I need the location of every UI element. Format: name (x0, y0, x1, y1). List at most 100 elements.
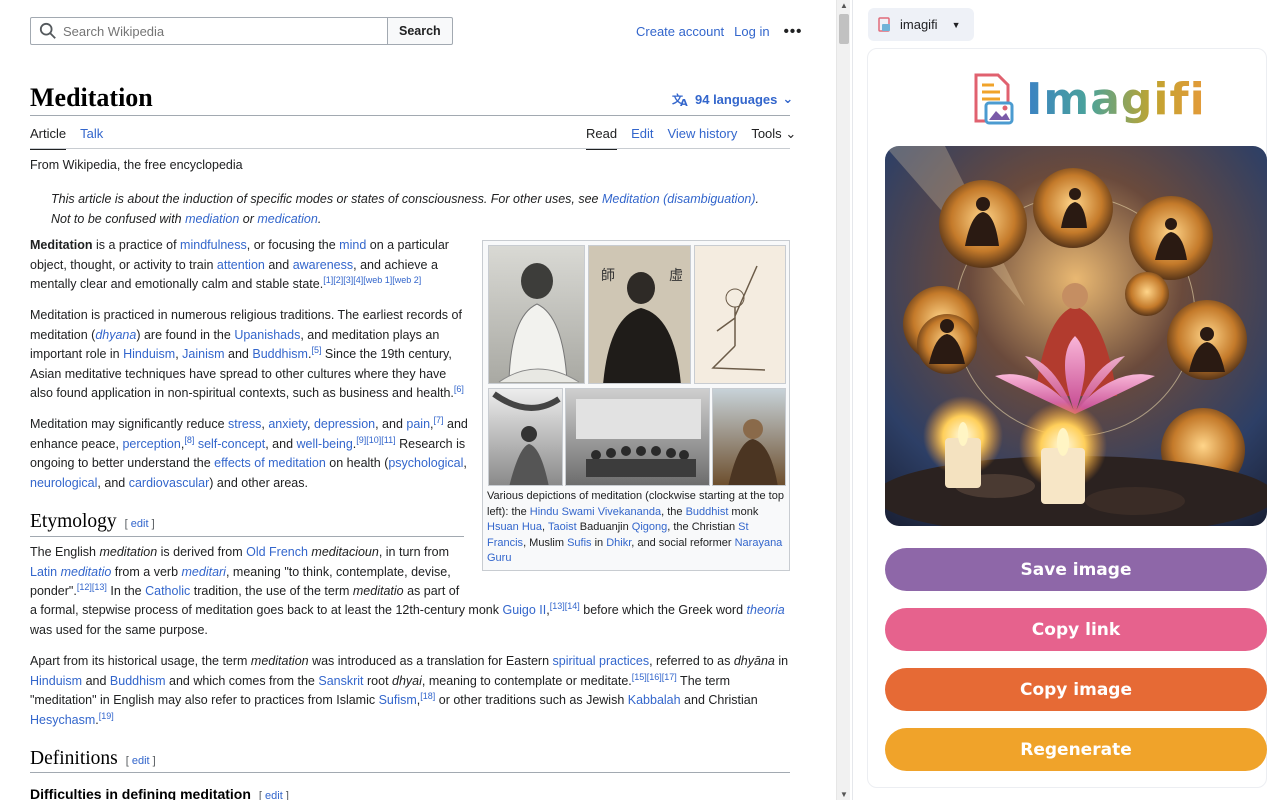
heading-difficulties: Difficulties in defining meditation[ edi… (30, 786, 289, 800)
link-catholic[interactable]: Catholic (145, 584, 190, 598)
caption-link-vivekananda[interactable]: Vivekananda (598, 506, 661, 518)
svg-text:A: A (680, 98, 688, 107)
heading-definitions: Definitions[ edit ] (30, 748, 156, 769)
search-input[interactable] (63, 23, 363, 39)
link-buddhism[interactable]: Buddhism (252, 347, 308, 361)
link-attention[interactable]: attention (217, 258, 265, 272)
page-scrollbar[interactable]: ▲ ▼ (836, 0, 850, 800)
language-selector[interactable]: 文A 94 languages ⌄ (672, 91, 793, 107)
link-pain[interactable]: pain (406, 417, 430, 431)
link-latin[interactable]: Latin meditatio (30, 565, 111, 579)
tab-view-history[interactable]: View history (667, 126, 737, 150)
scroll-up-arrow-icon[interactable]: ▲ (840, 1, 848, 10)
link-psychological[interactable]: psychological (388, 456, 463, 470)
link-self-concept[interactable]: self-concept (198, 437, 265, 451)
etymology-paragraph-1: The English meditation is derived from O… (30, 545, 460, 598)
link-hinduism-2[interactable]: Hinduism (30, 674, 82, 688)
medication-link[interactable]: medication (257, 212, 317, 226)
hatnote-text: . (317, 211, 322, 226)
mediation-link[interactable]: mediation (185, 212, 239, 226)
link-upanishads[interactable]: Upanishads (234, 328, 300, 342)
disambiguation-link[interactable]: Meditation (disambiguation) (602, 192, 756, 206)
scrollbar-thumb[interactable] (839, 14, 849, 44)
caption-link-swami[interactable]: Swami (562, 506, 595, 518)
edit-section-link[interactable]: edit (131, 518, 149, 530)
caption-text: , Muslim (523, 536, 568, 549)
copy-image-button[interactable]: Copy image (885, 668, 1267, 711)
link-guigo[interactable]: Guigo II (502, 603, 546, 617)
heading-text: Definitions (30, 748, 118, 769)
image-hsuan-hua[interactable]: 師虛 (588, 245, 691, 384)
more-options-icon[interactable]: ••• (784, 23, 803, 40)
scroll-down-arrow-icon[interactable]: ▼ (840, 790, 848, 799)
hatnote: This article is about the induction of s… (51, 190, 791, 229)
link-depression[interactable]: depression (314, 417, 375, 431)
caption-text: , the (661, 505, 686, 518)
hatnote-text: Not to be confused with (51, 211, 186, 226)
tab-read[interactable]: Read (586, 126, 618, 150)
lead-paragraph-2: Meditation is practiced in numerous reli… (30, 308, 464, 400)
link-sanskrit[interactable]: Sanskrit (318, 674, 363, 688)
create-account-link[interactable]: Create account (636, 24, 724, 39)
link-neurological[interactable]: neurological (30, 476, 97, 490)
link-cardiovascular[interactable]: cardiovascular (129, 476, 210, 490)
edit-section-link[interactable]: edit (132, 755, 150, 767)
heading-text: Etymology (30, 511, 117, 532)
link-hinduism[interactable]: Hinduism (123, 347, 175, 361)
image-narayana-guru[interactable] (488, 388, 563, 486)
image-st-francis[interactable] (712, 388, 786, 486)
image-qigong[interactable] (694, 245, 786, 384)
gallery-images: 師虛 (487, 245, 786, 486)
regenerate-button[interactable]: Regenerate (885, 728, 1267, 771)
caption-link-buddhist[interactable]: Buddhist (686, 506, 729, 518)
tab-talk[interactable]: Talk (80, 126, 103, 150)
caption-link-qigong[interactable]: Qigong (632, 521, 667, 533)
caption-link-sufis[interactable]: Sufis (567, 537, 591, 549)
link-effects[interactable]: effects of meditation (214, 456, 326, 470)
link-mindfulness[interactable]: mindfulness (180, 238, 247, 252)
view-tabs: Read Edit View history Tools ⌄ (586, 126, 796, 150)
caption-link-hindu[interactable]: Hindu (530, 506, 559, 518)
edit-section-link[interactable]: edit (265, 790, 283, 800)
extension-selector[interactable]: imagifi ▼ (868, 8, 974, 41)
generated-image[interactable] (885, 146, 1267, 526)
search-field[interactable] (30, 17, 388, 45)
lead-paragraph-3: Meditation may significantly reduce stre… (30, 414, 468, 490)
link-theoria[interactable]: theoria (747, 603, 785, 617)
caption-link-dhikr[interactable]: Dhikr (606, 537, 631, 549)
caption-text: , the Christian (667, 521, 739, 533)
copy-link-button[interactable]: Copy link (885, 608, 1267, 651)
log-in-link[interactable]: Log in (734, 24, 769, 39)
link-anxiety[interactable]: anxiety (268, 417, 307, 431)
search-button[interactable]: Search (388, 17, 453, 45)
image-vivekananda[interactable] (488, 245, 585, 384)
tab-edit[interactable]: Edit (631, 126, 653, 150)
link-sufism[interactable]: Sufism (379, 693, 417, 707)
imagifi-logo-icon (974, 73, 1014, 125)
link-awareness[interactable]: awareness (293, 258, 353, 272)
dropdown-caret-icon: ▼ (951, 19, 961, 30)
link-perception[interactable]: perception (122, 437, 180, 451)
caption-link-taoist[interactable]: Taoist (548, 521, 577, 533)
imagifi-logo: Imagifi (970, 71, 1206, 127)
link-meditari[interactable]: meditari (182, 565, 226, 579)
link-spiritual-practices[interactable]: spiritual practices (553, 654, 650, 668)
link-mind[interactable]: mind (339, 238, 366, 252)
caption-link-hsuan-hua[interactable]: Hsuan Hua (487, 521, 542, 533)
link-jainism[interactable]: Jainism (182, 347, 224, 361)
infobox-caption: Various depictions of meditation (clockw… (487, 489, 785, 567)
link-hesychasm[interactable]: Hesychasm (30, 713, 95, 727)
link-buddhism-2[interactable]: Buddhism (110, 674, 166, 688)
image-sufis-dhikr[interactable] (565, 388, 710, 486)
tab-article[interactable]: Article (30, 126, 67, 150)
save-image-button[interactable]: Save image (885, 548, 1267, 591)
tab-tools[interactable]: Tools ⌄ (751, 126, 796, 150)
link-dhyana[interactable]: dhyana (95, 328, 136, 342)
tagline: From Wikipedia, the free encyclopedia (30, 158, 243, 172)
heading-divider (30, 536, 464, 537)
link-kabbalah[interactable]: Kabbalah (628, 693, 681, 707)
link-stress[interactable]: stress (228, 417, 261, 431)
search-bar: Search (30, 17, 453, 45)
link-old-french[interactable]: Old French (246, 545, 308, 559)
link-well-being[interactable]: well-being (297, 437, 353, 451)
